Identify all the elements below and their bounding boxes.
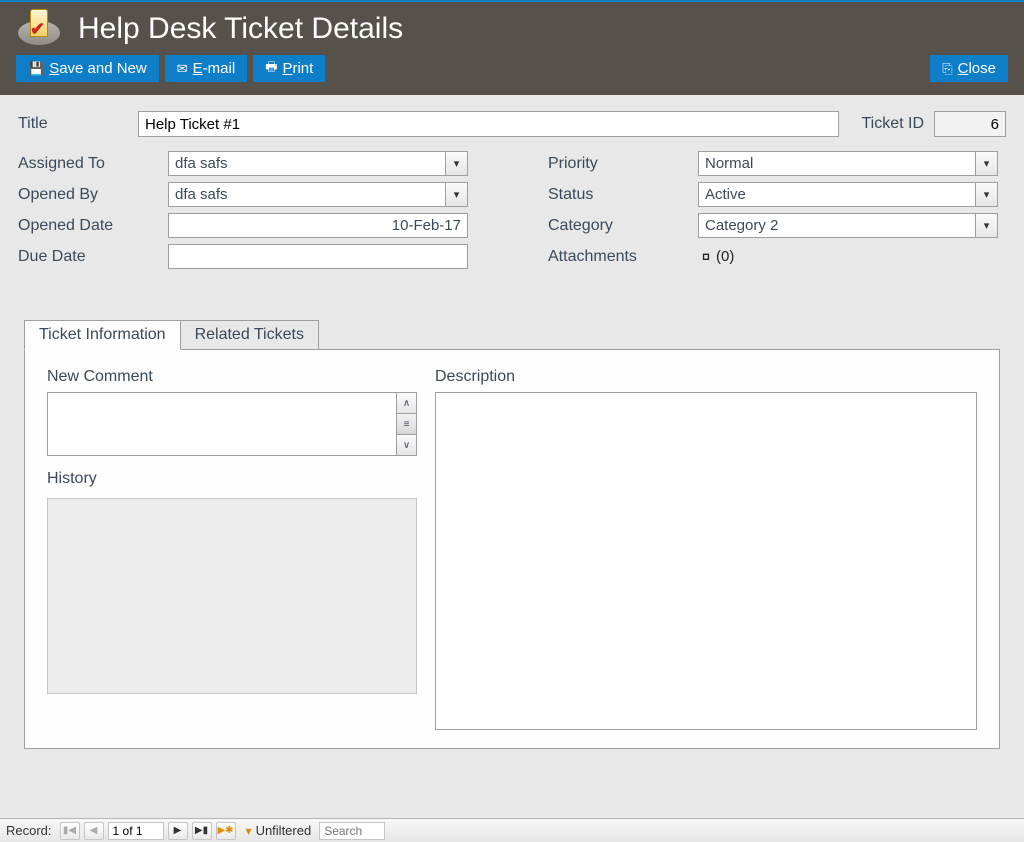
- priority-label: Priority: [548, 155, 698, 173]
- filter-toggle[interactable]: ▾ Unfiltered: [246, 823, 312, 838]
- toolbar: 💾 Save and New ✉ E-mail 🖶 Print ⎘ Close: [0, 55, 1024, 95]
- opened-by-combo[interactable]: dfa safs ▾: [168, 182, 468, 207]
- status-combo[interactable]: Active ▾: [698, 182, 998, 207]
- chevron-down-icon[interactable]: ▾: [975, 214, 997, 237]
- scroll-grip-icon[interactable]: ≡: [397, 414, 416, 435]
- close-icon: ⎘: [942, 61, 952, 77]
- save-underline: S: [49, 60, 59, 77]
- description-box[interactable]: [435, 392, 977, 730]
- category-label: Category: [548, 217, 698, 235]
- last-record-button[interactable]: ▶▮: [192, 822, 212, 840]
- tab-panel: New Comment ∧ ≡ ∨ History Description: [24, 349, 1000, 749]
- category-combo[interactable]: Category 2 ▾: [698, 213, 998, 238]
- search-input[interactable]: [319, 822, 385, 840]
- assigned-to-combo[interactable]: dfa safs ▾: [168, 151, 468, 176]
- opened-by-label: Opened By: [18, 186, 168, 204]
- title-input[interactable]: [138, 111, 839, 137]
- status-value: Active: [699, 186, 975, 203]
- page-title: Help Desk Ticket Details: [78, 12, 403, 46]
- attachments-label: Attachments: [548, 248, 698, 266]
- print-icon: 🖶: [265, 58, 277, 80]
- chevron-down-icon[interactable]: ▾: [445, 183, 467, 206]
- save-and-new-button[interactable]: 💾 Save and New: [16, 55, 159, 82]
- filter-icon: ▾: [246, 824, 252, 838]
- history-box: [47, 498, 417, 694]
- scroll-up-icon[interactable]: ∧: [397, 393, 416, 414]
- tab-related-tickets[interactable]: Related Tickets: [180, 320, 319, 350]
- record-position-input[interactable]: [108, 822, 164, 840]
- opened-by-value: dfa safs: [169, 186, 445, 203]
- clipboard-icon: ✔: [18, 11, 60, 47]
- form-area: Title Ticket ID Assigned To dfa safs ▾ P…: [0, 95, 1024, 749]
- scroll-down-icon[interactable]: ∨: [397, 435, 416, 455]
- new-comment-box: ∧ ≡ ∨: [47, 392, 417, 456]
- save-label: ave and New: [59, 60, 147, 77]
- attachments-count: (0): [716, 248, 734, 265]
- email-icon: ✉: [177, 61, 188, 77]
- chevron-down-icon[interactable]: ▾: [975, 152, 997, 175]
- description-label: Description: [435, 368, 977, 386]
- record-navigator: Record: ▮◀ ◀ ▶ ▶▮ ▶✱ ▾ Unfiltered: [0, 818, 1024, 842]
- assigned-to-label: Assigned To: [18, 155, 168, 173]
- opened-date-label: Opened Date: [18, 217, 168, 235]
- due-date-label: Due Date: [18, 248, 168, 266]
- prev-record-button[interactable]: ◀: [84, 822, 104, 840]
- title-label: Title: [18, 115, 128, 133]
- new-comment-label: New Comment: [47, 368, 417, 386]
- close-button[interactable]: ⎘ Close: [930, 55, 1008, 82]
- window-header: ✔ Help Desk Ticket Details: [0, 2, 1024, 55]
- assigned-to-value: dfa safs: [169, 155, 445, 172]
- ticket-id-label: Ticket ID: [861, 115, 924, 133]
- first-record-button[interactable]: ▮◀: [60, 822, 80, 840]
- next-record-button[interactable]: ▶: [168, 822, 188, 840]
- tab-ticket-information[interactable]: Ticket Information: [24, 320, 181, 350]
- tab-row: Ticket Information Related Tickets: [24, 319, 1000, 349]
- history-label: History: [47, 470, 417, 488]
- due-date-input[interactable]: [168, 244, 468, 269]
- priority-value: Normal: [699, 155, 975, 172]
- paperclip-icon: 𝤃: [698, 248, 714, 266]
- chevron-down-icon[interactable]: ▾: [975, 183, 997, 206]
- chevron-down-icon[interactable]: ▾: [445, 152, 467, 175]
- close-label: lose: [968, 60, 996, 77]
- new-record-button[interactable]: ▶✱: [216, 822, 236, 840]
- attachments-field[interactable]: 𝤃 (0): [698, 248, 998, 266]
- status-label: Status: [548, 186, 698, 204]
- category-value: Category 2: [699, 217, 975, 234]
- email-label: -mail: [203, 60, 236, 77]
- priority-combo[interactable]: Normal ▾: [698, 151, 998, 176]
- print-label: rint: [292, 60, 313, 77]
- new-comment-input[interactable]: [48, 393, 396, 455]
- opened-date-value: 10-Feb-17: [392, 217, 461, 234]
- record-label: Record:: [6, 823, 52, 838]
- email-button[interactable]: ✉ E-mail: [165, 55, 247, 82]
- ticket-id-input: [934, 111, 1006, 137]
- print-button[interactable]: 🖶 Print: [253, 55, 325, 82]
- opened-date-input[interactable]: 10-Feb-17: [168, 213, 468, 238]
- save-icon: 💾: [28, 61, 44, 77]
- filter-label: Unfiltered: [256, 823, 312, 838]
